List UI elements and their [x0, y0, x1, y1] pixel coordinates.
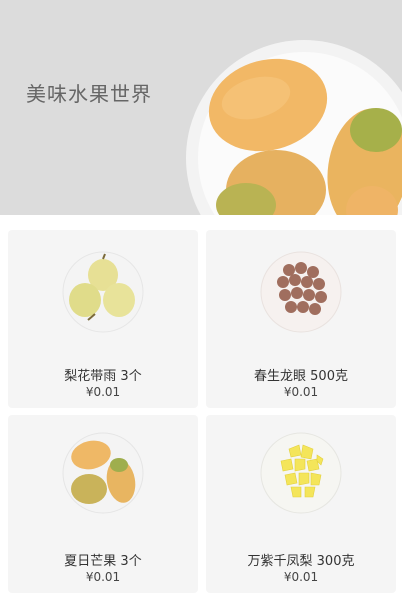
product-card[interactable]: 万紫千凤梨 300克 ¥0.01	[206, 415, 396, 593]
product-name: 万紫千凤梨 300克	[247, 554, 355, 569]
mango-plate-image	[186, 40, 402, 215]
product-name: 夏日芒果 3个	[64, 554, 142, 569]
mango-plate-image	[62, 432, 144, 514]
banner-title: 美味水果世界	[26, 82, 152, 106]
longan-plate-image	[260, 251, 342, 333]
pear-plate-image	[62, 251, 144, 333]
product-name: 梨花带雨 3个	[64, 369, 142, 384]
product-price: ¥0.01	[85, 570, 121, 584]
pineapple-plate-image	[260, 432, 342, 514]
product-price: ¥0.01	[283, 570, 319, 584]
product-card[interactable]: 夏日芒果 3个 ¥0.01	[8, 415, 198, 593]
product-card[interactable]: 梨花带雨 3个 ¥0.01	[8, 230, 198, 408]
hero-banner[interactable]: 美味水果世界	[0, 0, 402, 215]
product-price: ¥0.01	[283, 385, 319, 399]
product-name: 春生龙眼 500克	[254, 369, 348, 384]
product-card[interactable]: 春生龙眼 500克 ¥0.01	[206, 230, 396, 408]
product-price: ¥0.01	[85, 385, 121, 399]
